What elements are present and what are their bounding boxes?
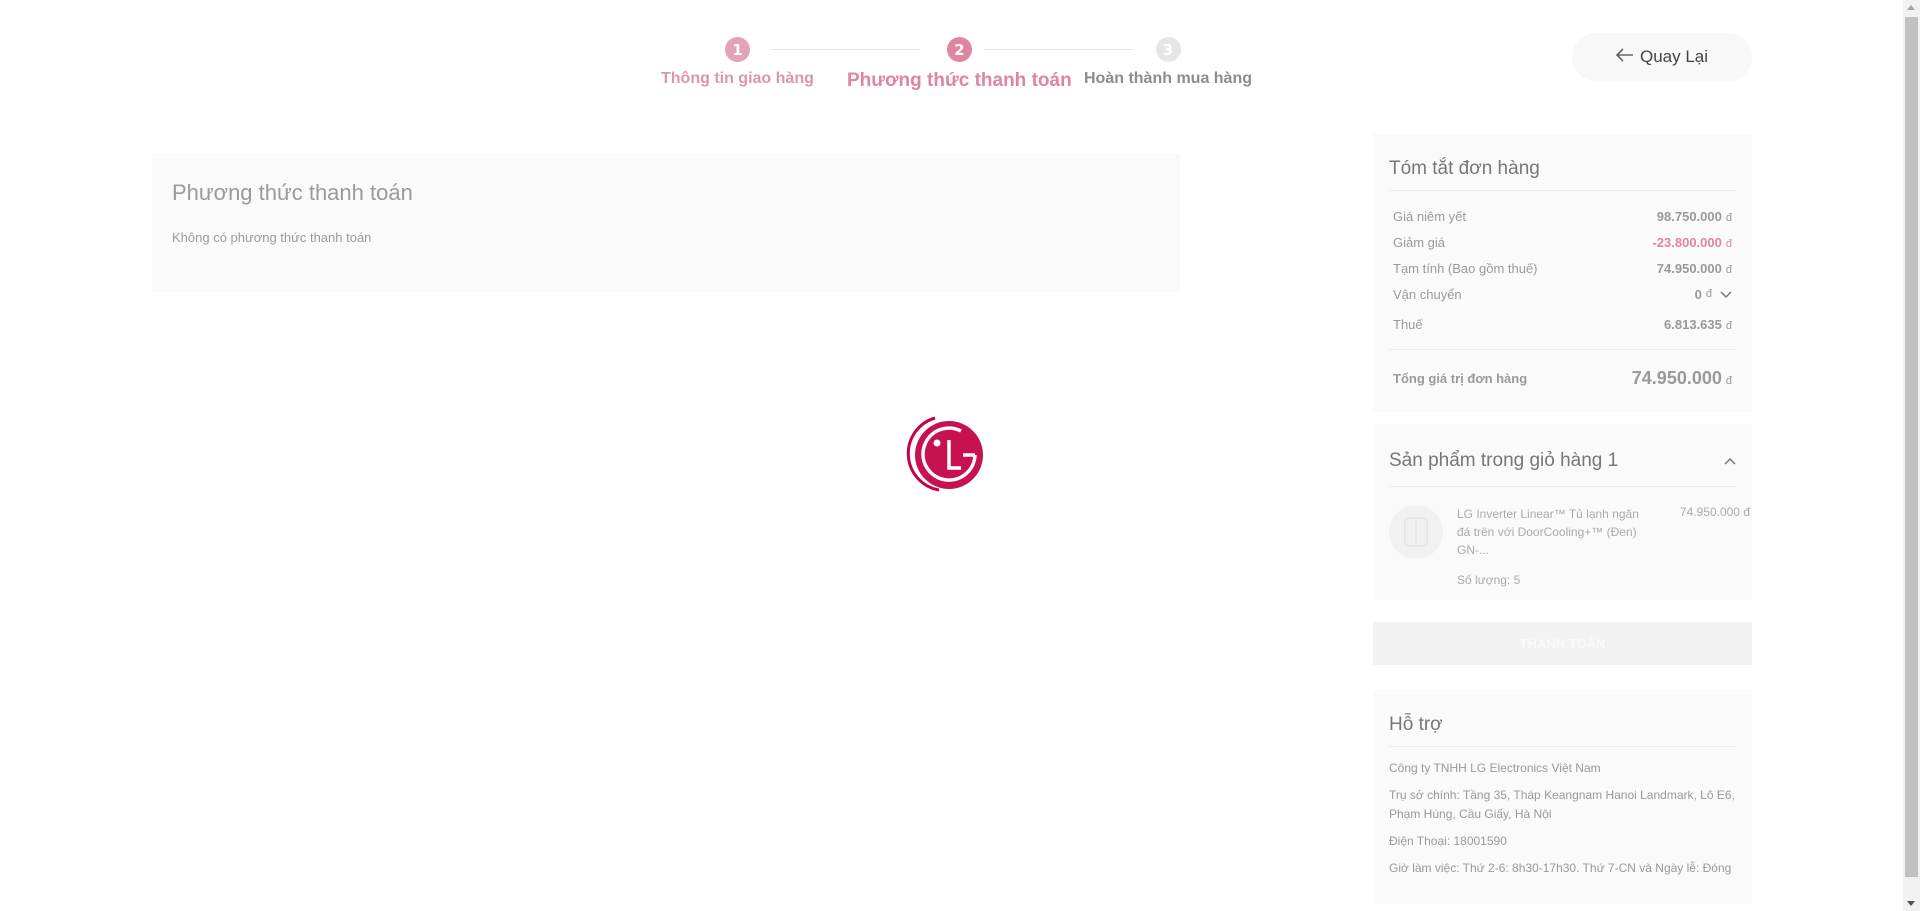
- summary-label: Thuế: [1393, 316, 1423, 332]
- currency: đ: [1725, 374, 1732, 387]
- step-number: 3: [1155, 37, 1181, 62]
- step-shipping-info[interactable]: 1 Thông tin giao hàng: [661, 37, 814, 88]
- product-quantity: Số lượng: 5: [1457, 573, 1521, 587]
- amount: 74.950.000: [1631, 367, 1722, 388]
- support-hours: Giờ làm việc: Thứ 2-6: 8h30-17h30. Thứ 7…: [1389, 861, 1732, 875]
- product-name[interactable]: LG Inverter Linear™ Tủ lạnh ngăn đá trên…: [1457, 505, 1653, 559]
- support-card: Hỗ trợ Công ty TNHH LG Electronics Việt …: [1373, 690, 1752, 904]
- summary-row-tax: Thuế 6.813.635 đ: [1389, 311, 1736, 337]
- payment-method-title: Phương thức thanh toán: [172, 180, 413, 205]
- currency: đ: [1725, 237, 1732, 250]
- cart-header[interactable]: Sản phẩm trong giỏ hàng 1: [1389, 450, 1736, 487]
- step-label: Thông tin giao hàng: [661, 70, 814, 87]
- summary-row-subtotal: Tạm tính (Bao gồm thuế) 74.950.000 đ: [1389, 255, 1736, 281]
- step-number: 1: [724, 37, 750, 62]
- scroll-up-icon[interactable]: [1907, 5, 1915, 10]
- summary-value: 74.950.000 đ: [1657, 261, 1732, 276]
- summary-row-discount: Giảm giá -23.800.000 đ: [1389, 229, 1736, 255]
- summary-label: Giảm giá: [1393, 234, 1446, 250]
- summary-value: 6.813.635 đ: [1664, 317, 1732, 332]
- vertical-scrollbar[interactable]: [1903, 0, 1920, 911]
- cart-item: LG Inverter Linear™ Tủ lạnh ngăn đá trên…: [1389, 505, 1750, 589]
- support-title: Hỗ trợ: [1389, 714, 1736, 747]
- summary-value: -23.800.000 đ: [1652, 235, 1732, 250]
- order-summary-title: Tóm tắt đơn hàng: [1389, 158, 1736, 191]
- lg-logo-icon: [905, 410, 987, 496]
- currency: đ: [1705, 288, 1712, 300]
- summary-label: Tạm tính (Bao gồm thuế): [1393, 260, 1538, 276]
- amount: 0: [1694, 286, 1702, 302]
- support-address: Trụ sở chính: Tầng 35, Tháp Keangnam Han…: [1389, 788, 1735, 821]
- amount: 6.813.635: [1664, 316, 1722, 332]
- step-label: Hoàn thành mua hàng: [1084, 70, 1252, 87]
- chevron-down-icon[interactable]: [1720, 287, 1732, 302]
- payment-method-panel: Phương thức thanh toán Không có phương t…: [152, 154, 1180, 292]
- summary-row-list-price: Giá niêm yết 98.750.000 đ: [1389, 203, 1736, 229]
- amount: -23.800.000: [1652, 234, 1722, 250]
- arrow-left-icon: [1615, 47, 1634, 67]
- amount: 98.750.000: [1656, 208, 1722, 224]
- order-summary-card: Tóm tắt đơn hàng Giá niêm yết 98.750.000…: [1373, 134, 1752, 412]
- total-value: 74.950.000 đ: [1632, 368, 1732, 389]
- product-price: 74.950.000 đ: [1679, 505, 1750, 519]
- total-label: Tổng giá trị đơn hàng: [1393, 370, 1528, 386]
- scrollbar-thumb[interactable]: [1905, 17, 1918, 877]
- currency: đ: [1725, 211, 1732, 224]
- support-company: Công ty TNHH LG Electronics Việt Nam: [1389, 761, 1601, 775]
- step-complete-purchase: 3 Hoàn thành mua hàng: [1084, 37, 1252, 88]
- cart-title: Sản phẩm trong giỏ hàng 1: [1389, 450, 1619, 471]
- payment-method-empty-text: Không có phương thức thanh toán: [172, 230, 372, 245]
- summary-label: Giá niêm yết: [1393, 208, 1466, 224]
- summary-row-shipping[interactable]: Vận chuyển 0đ: [1389, 281, 1736, 307]
- scroll-down-icon[interactable]: [1907, 901, 1915, 906]
- currency: đ: [1725, 263, 1732, 276]
- summary-value: 98.750.000 đ: [1657, 209, 1732, 224]
- amount: 74.950.000: [1656, 260, 1722, 276]
- step-payment-method[interactable]: 2 Phương thức thanh toán: [847, 37, 1072, 92]
- step-label: Phương thức thanh toán: [847, 70, 1072, 91]
- summary-total-row: Tổng giá trị đơn hàng 74.950.000 đ: [1389, 349, 1736, 396]
- product-thumbnail: [1389, 505, 1443, 559]
- back-button-label: Quay Lại: [1639, 47, 1709, 66]
- step-number: 2: [946, 37, 972, 62]
- support-phone: Điện Thoại: 18001590: [1389, 834, 1507, 848]
- currency: đ: [1725, 319, 1732, 332]
- pay-button[interactable]: THANH TOÁN: [1373, 622, 1752, 665]
- back-button[interactable]: Quay Lại: [1572, 33, 1752, 81]
- cart-items-card: Sản phẩm trong giỏ hàng 1 LG Inverter Li…: [1373, 424, 1752, 600]
- summary-value: 0đ: [1695, 287, 1732, 302]
- summary-label: Vận chuyển: [1393, 286, 1462, 302]
- chevron-up-icon[interactable]: [1724, 452, 1736, 470]
